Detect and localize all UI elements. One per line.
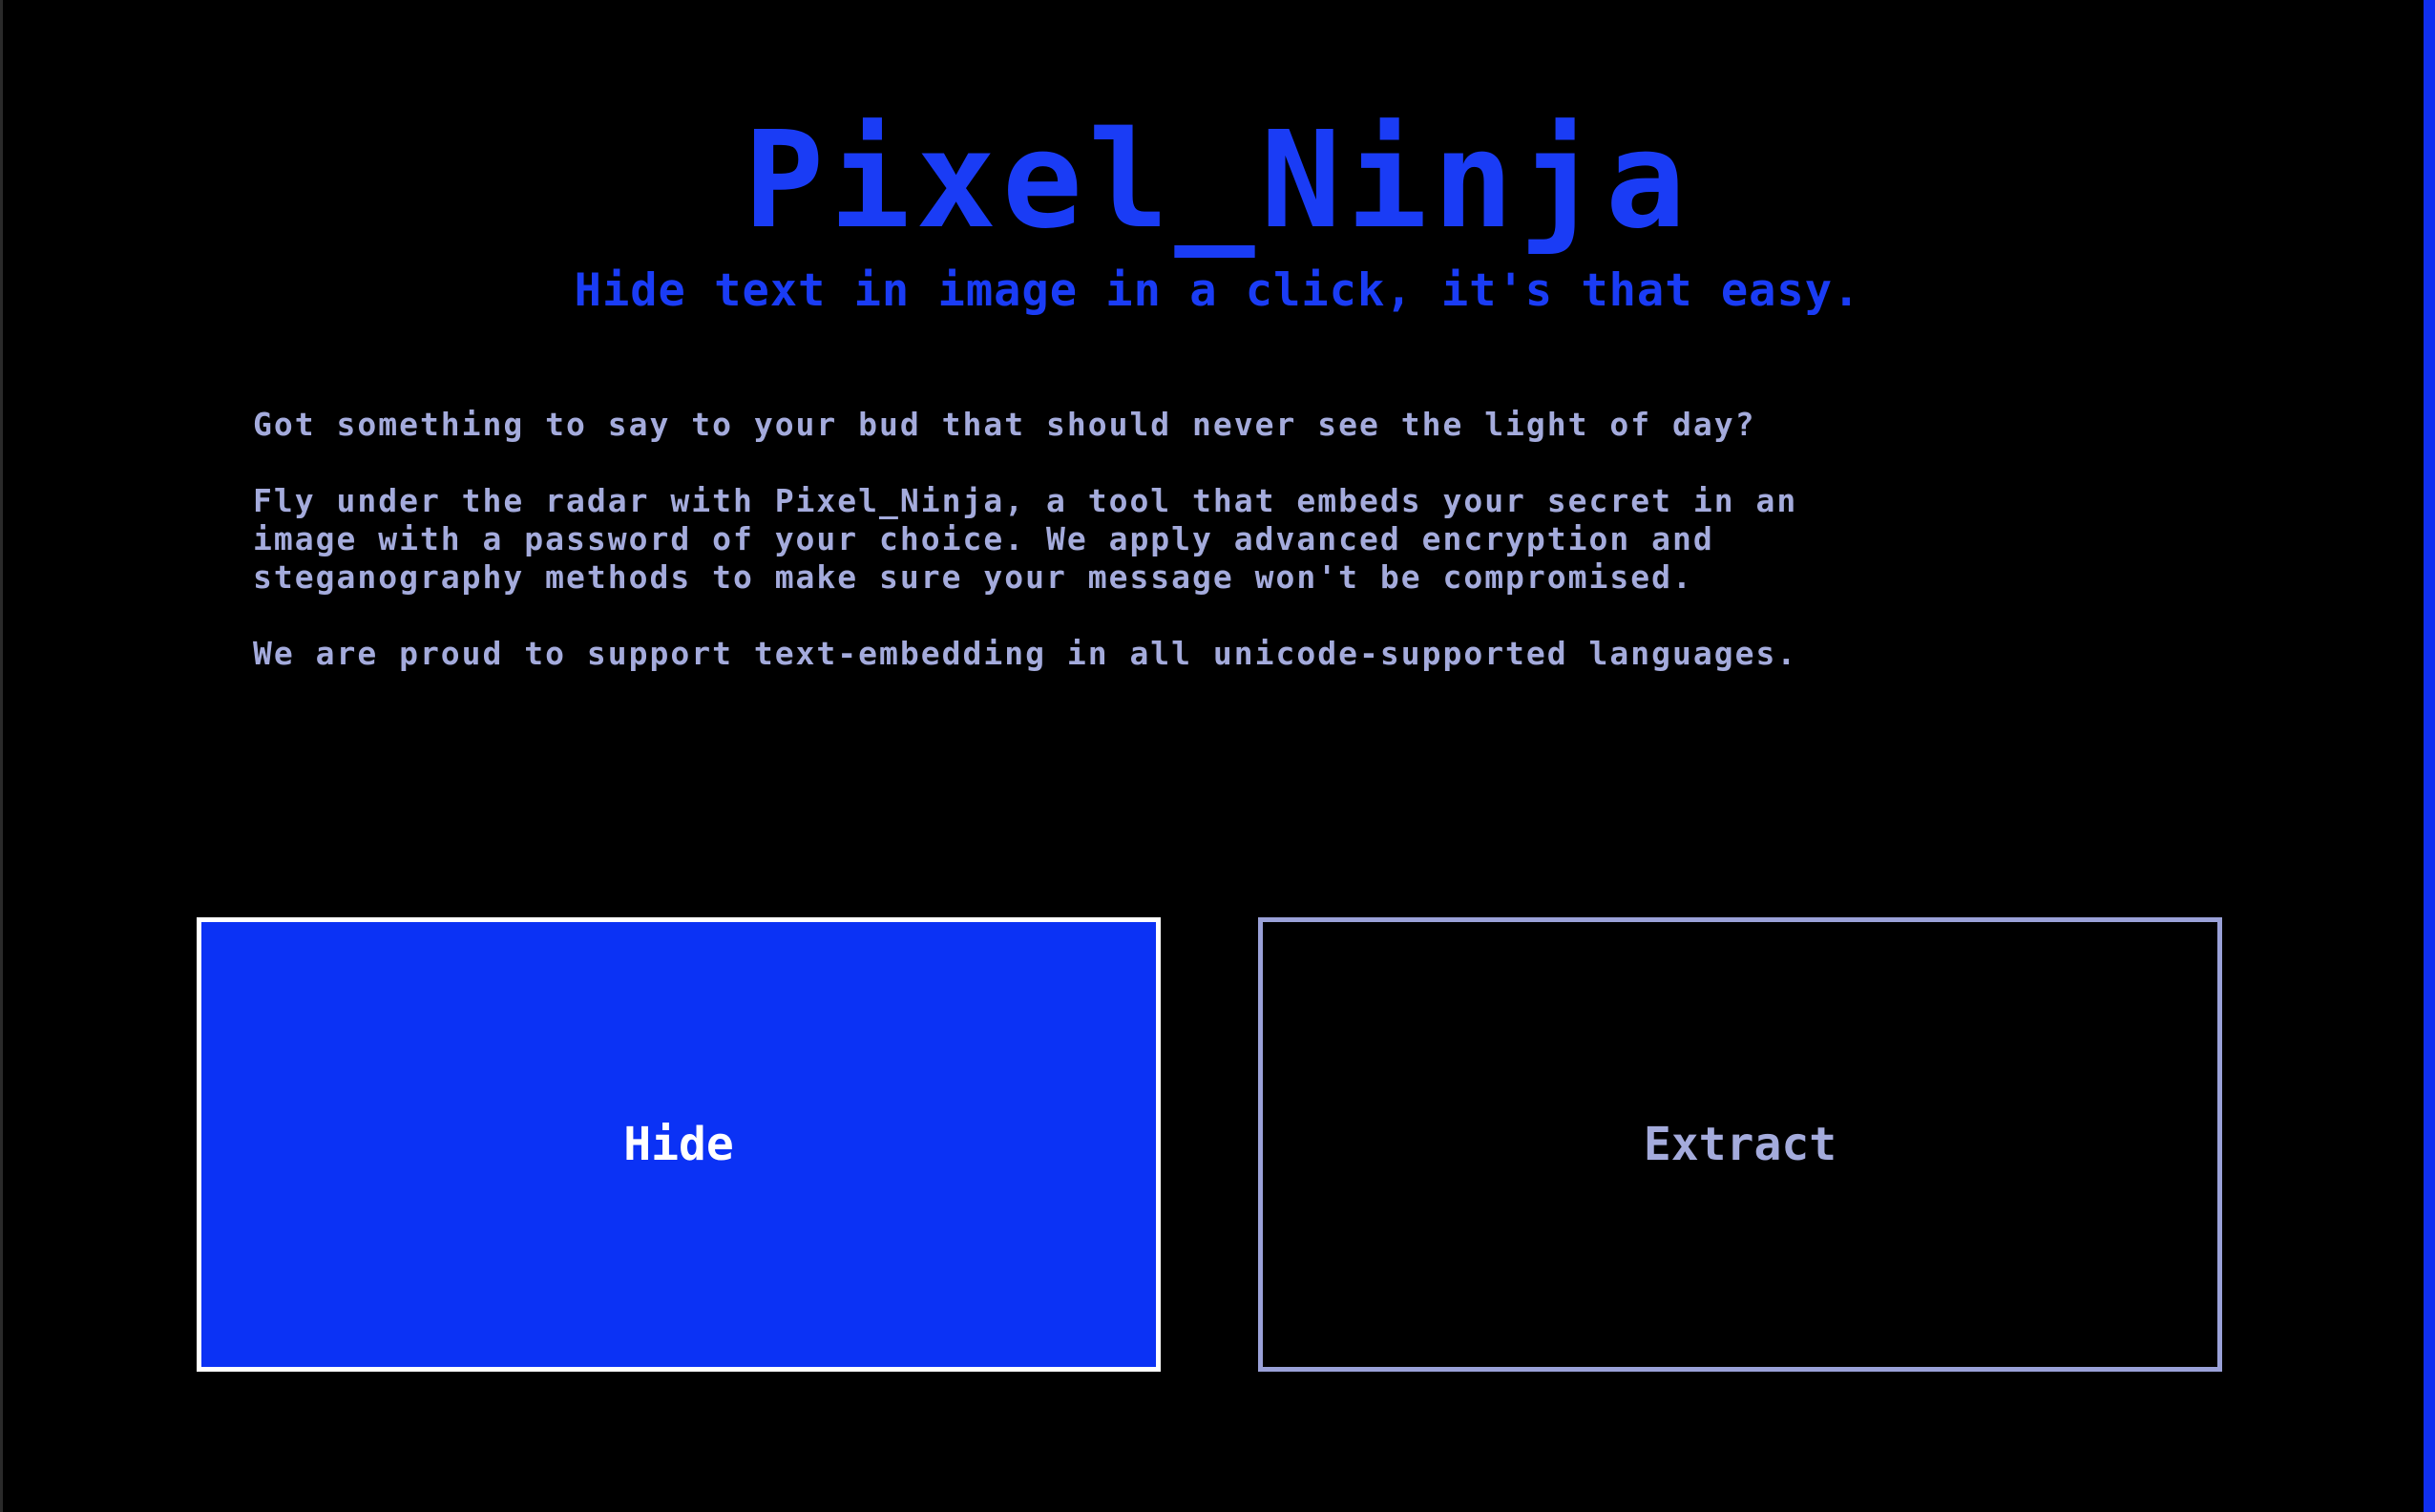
extract-button-label: Extract bbox=[1643, 1118, 1837, 1171]
intro-section: Got something to say to your bud that sh… bbox=[253, 406, 2162, 711]
app-tagline: Hide text in image in a click, it's that… bbox=[574, 264, 1861, 317]
extract-button[interactable]: Extract bbox=[1258, 917, 2222, 1372]
intro-paragraph-3: We are proud to support text-embedding i… bbox=[253, 635, 1798, 672]
intro-paragraph-2: Fly under the radar with Pixel_Ninja, a … bbox=[253, 482, 1798, 596]
app-title: Pixel_Ninja bbox=[743, 103, 1692, 259]
hide-button-label: Hide bbox=[623, 1118, 734, 1171]
hide-button[interactable]: Hide bbox=[197, 917, 1161, 1372]
intro-paragraph-1: Got something to say to your bud that sh… bbox=[253, 406, 1756, 443]
